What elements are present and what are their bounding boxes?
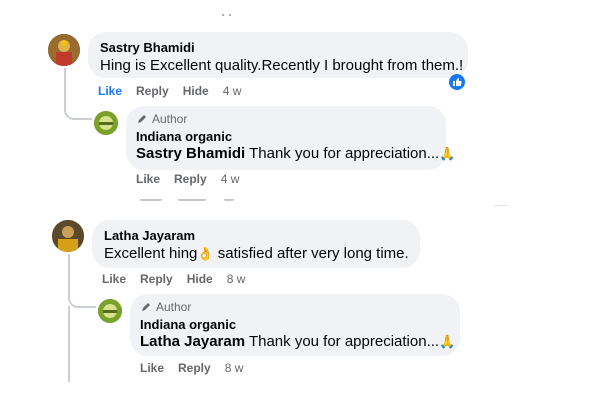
page-logo-icon (94, 111, 118, 135)
top-dots (222, 14, 232, 17)
reply-button[interactable]: Reply (140, 272, 173, 286)
hide-button[interactable]: Hide (183, 84, 209, 98)
reply-actions: Like Reply 8 w (140, 361, 257, 375)
reply-page-name[interactable]: Indiana organic (136, 129, 436, 144)
comment-author[interactable]: Latha Jayaram (104, 228, 408, 243)
like-button[interactable]: Like (102, 272, 126, 286)
author-badge-label: Author (152, 112, 188, 126)
reply-text: Thank you for appreciation... (245, 333, 440, 350)
reply-button[interactable]: Reply (178, 361, 211, 375)
like-button[interactable]: Like (136, 172, 160, 186)
comment-bubble: Latha Jayaram Excellent hing👌 satisfied … (92, 220, 420, 268)
mention-tag[interactable]: Latha Jayaram (140, 333, 245, 350)
reply-bubble: Author Indiana organic Latha Jayaram Tha… (130, 294, 460, 356)
thread-connector (68, 292, 96, 308)
comment-author[interactable]: Sastry Bhamidi (100, 40, 456, 55)
like-button[interactable]: Like (140, 361, 164, 375)
author-badge: Author (136, 112, 436, 126)
timestamp[interactable]: 8 w (227, 272, 246, 286)
avatar-indiana-organic[interactable] (94, 111, 118, 135)
comment-text-row: Excellent hing👌 satisfied after very lon… (104, 245, 409, 262)
divider (494, 205, 508, 206)
reply-button[interactable]: Reply (136, 84, 169, 98)
reply-text-row: Latha Jayaram Thank you for appreciation… (140, 333, 455, 350)
like-button[interactable]: Like (98, 84, 122, 98)
reply-text-row: Sastry Bhamidi Thank you for appreciatio… (136, 145, 455, 162)
like-reaction-icon[interactable] (448, 73, 466, 91)
reply-button[interactable]: Reply (174, 172, 207, 186)
hide-button[interactable]: Hide (187, 272, 213, 286)
page-logo-icon (98, 299, 122, 323)
comment-text: Hing is Excellent quality.Recently I bro… (100, 57, 464, 74)
avatar-image-icon (48, 34, 80, 66)
timestamp[interactable]: 4 w (223, 84, 242, 98)
comment-actions: Like Reply Hide 8 w (102, 272, 259, 286)
reply-page-name[interactable]: Indiana organic (140, 317, 450, 332)
reply-actions: Like Reply 4 w (136, 172, 253, 186)
comment-text: Excellent hing (104, 245, 198, 262)
pray-emoji-icon: 🙏 (439, 146, 456, 161)
mention-tag[interactable]: Sastry Bhamidi (136, 145, 245, 162)
avatar-image-icon (52, 220, 84, 252)
avatar-indiana-organic[interactable] (98, 299, 122, 323)
pencil-icon (138, 115, 146, 123)
pray-emoji-icon: 🙏 (439, 334, 456, 349)
comment-text-after: satisfied after very long time. (213, 245, 409, 262)
reply-text: Thank you for appreciation... (245, 145, 440, 162)
avatar-sastry[interactable] (48, 34, 80, 66)
avatar-latha[interactable] (52, 220, 84, 252)
scroll-artifact (140, 199, 250, 207)
like-thumb-icon (449, 74, 465, 90)
timestamp[interactable]: 4 w (221, 172, 240, 186)
author-badge-label: Author (156, 300, 192, 314)
author-badge: Author (140, 300, 450, 314)
ok-hand-emoji-icon: 👌 (197, 246, 214, 261)
thread-connector (64, 104, 92, 120)
thread-line (68, 306, 70, 382)
pencil-icon (142, 303, 150, 311)
comment-actions: Like Reply Hide 4 w (98, 84, 255, 98)
comment-bubble: Sastry Bhamidi Hing is Excellent quality… (88, 32, 468, 78)
timestamp[interactable]: 8 w (225, 361, 244, 375)
reply-bubble: Author Indiana organic Sastry Bhamidi Th… (126, 106, 455, 170)
